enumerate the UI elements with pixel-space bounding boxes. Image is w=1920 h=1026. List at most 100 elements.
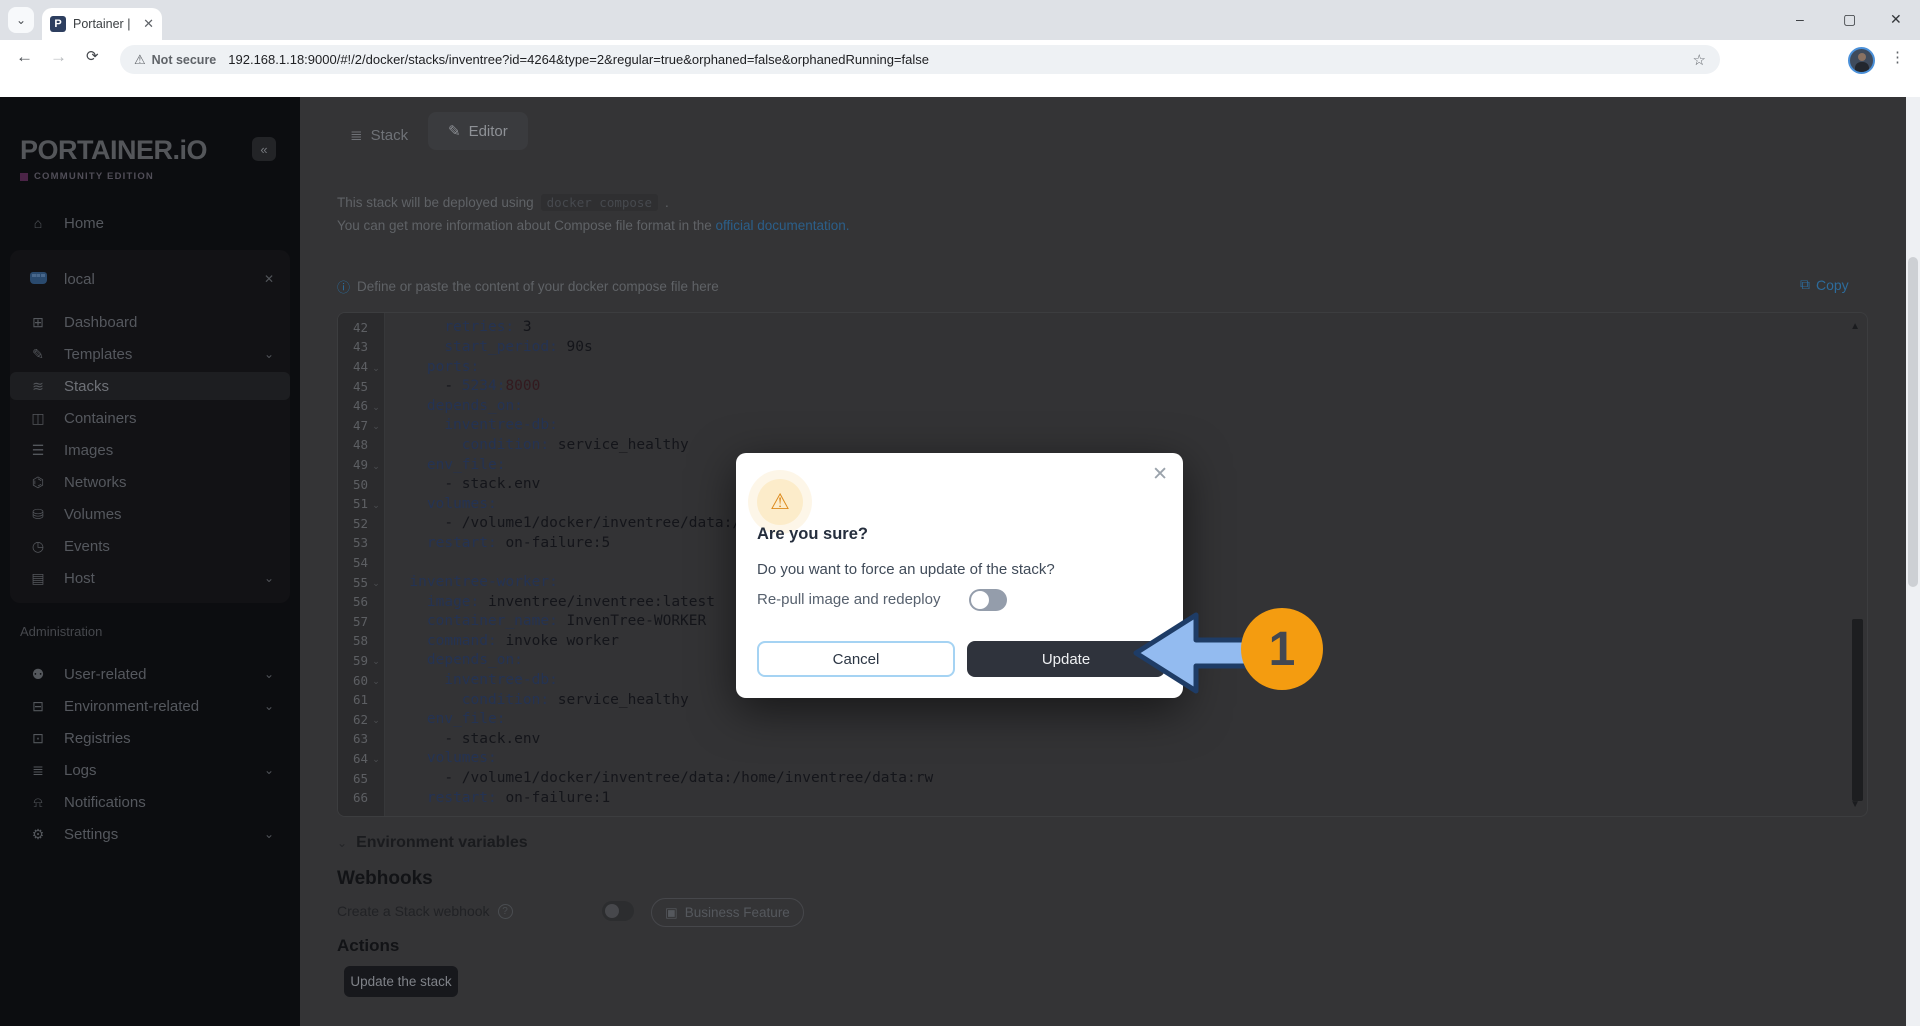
forward-button[interactable]: → xyxy=(50,47,67,67)
docker-compose-chip: docker compose xyxy=(540,194,658,211)
sidebar-item-host[interactable]: ▤ Host ⌄ xyxy=(10,564,290,592)
sidebar-item-settings[interactable]: ⚙ Settings ⌄ xyxy=(10,820,290,848)
back-button[interactable]: ← xyxy=(16,47,33,67)
sidebar-item-logs[interactable]: ≣ Logs ⌄ xyxy=(10,756,290,784)
tab-editor[interactable]: ✎ Editor xyxy=(428,112,528,150)
code-line-64[interactable]: 64 ⌄ volumes: xyxy=(338,749,1847,769)
dialog-close-icon[interactable]: ✕ xyxy=(1152,463,1168,486)
fold-arrow-icon[interactable]: ⌄ xyxy=(368,497,384,511)
page-scrollbar-thumb[interactable] xyxy=(1908,257,1918,587)
close-icon[interactable]: ✕ xyxy=(264,272,274,286)
sidebar-collapse-button[interactable]: « xyxy=(252,137,276,161)
sidebar-item-notifications[interactable]: ⍾ Notifications xyxy=(10,788,290,816)
code-text: - stack.env xyxy=(444,730,541,747)
sidebar-item-networks[interactable]: ⌬ Networks xyxy=(10,468,290,496)
browser-menu-icon[interactable]: ⋮ xyxy=(1890,48,1905,66)
window-minimize-button[interactable]: – xyxy=(1796,11,1804,27)
repull-toggle[interactable] xyxy=(969,589,1007,611)
environment-variables-section[interactable]: ⌄ Environment variables xyxy=(337,834,528,852)
sidebar-item-label: Volumes xyxy=(64,505,122,523)
sidebar-item-label: Registries xyxy=(64,729,131,747)
editor-scrollbar-thumb[interactable] xyxy=(1852,619,1863,801)
sidebar-item-stacks[interactable]: ≋ Stacks xyxy=(10,372,290,400)
code-line-63[interactable]: 63 - stack.env xyxy=(338,729,1847,749)
sidebar-item-registries[interactable]: ⊡ Registries xyxy=(10,724,290,752)
sidebar-item-events[interactable]: ◷ Events xyxy=(10,532,290,560)
code-text: env_file: xyxy=(426,711,506,728)
code-line-65[interactable]: 65 - /volume1/docker/inventree/data:/home… xyxy=(338,768,1847,788)
page-scrollbar[interactable] xyxy=(1906,97,1920,1026)
sidebar-item-volumes[interactable]: ⛁ Volumes xyxy=(10,500,290,528)
window-close-button[interactable]: ✕ xyxy=(1890,11,1902,28)
fold-gutter xyxy=(368,620,384,623)
code-line-47[interactable]: 47 ⌄ inventree-db: xyxy=(338,416,1847,436)
line-number: 50 xyxy=(352,476,368,492)
not-secure-label[interactable]: Not secure xyxy=(152,53,217,67)
fold-gutter xyxy=(368,483,384,486)
toggle-knob xyxy=(971,591,989,609)
webhook-toggle[interactable] xyxy=(602,901,634,921)
sidebar-item-user-related[interactable]: ⚉ User-related ⌄ xyxy=(10,660,290,688)
sidebar-item-environment-related[interactable]: ⊟ Environment-related ⌄ xyxy=(10,692,290,720)
sidebar-item-containers[interactable]: ◫ Containers xyxy=(10,404,290,432)
fold-gutter xyxy=(368,345,384,348)
chevron-down-icon: ⌄ xyxy=(263,667,274,681)
code-text: condition: service_healthy xyxy=(461,691,689,708)
reload-button[interactable]: ⟳ xyxy=(86,47,99,65)
code-line-62[interactable]: 62 ⌄ env_file: xyxy=(338,709,1847,729)
sidebar-item-local[interactable]: local ✕ xyxy=(10,265,290,293)
repull-row: Re-pull image and redeploy xyxy=(757,589,1007,611)
cancel-button[interactable]: Cancel xyxy=(757,641,955,677)
fold-arrow-icon[interactable]: ⌄ xyxy=(368,712,384,726)
tab-search-button[interactable]: ⌄ xyxy=(8,7,34,33)
fold-arrow-icon[interactable]: ⌄ xyxy=(368,360,384,374)
browser-profile-avatar[interactable] xyxy=(1848,47,1875,74)
fold-arrow-icon[interactable]: ⌄ xyxy=(368,399,384,413)
sidebar-item-templates[interactable]: ✎ Templates ⌄ xyxy=(10,340,290,368)
tab-close-icon[interactable]: ✕ xyxy=(143,16,154,32)
code-line-45[interactable]: 45 - 5234:8000 xyxy=(338,376,1847,396)
url-bar[interactable]: ⚠ Not secure 192.168.1.18:9000/#!/2/dock… xyxy=(120,45,1720,74)
update-the-stack-button[interactable]: Update the stack xyxy=(344,966,458,997)
webhook-row: Create a Stack webhook ? xyxy=(337,903,513,919)
line-number: 55 xyxy=(352,574,368,590)
code-text: command: invoke worker xyxy=(426,632,619,649)
window-maximize-button[interactable]: ▢ xyxy=(1843,11,1856,28)
editor-hint: ⓘ Define or paste the content of your do… xyxy=(337,279,719,295)
sidebar-item-dashboard[interactable]: ⊞ Dashboard xyxy=(10,308,290,336)
bookmark-star-icon[interactable]: ☆ xyxy=(1693,51,1706,69)
create-webhook-label: Create a Stack webhook xyxy=(337,903,490,919)
sidebar-item-home[interactable]: ⌂ Home xyxy=(10,209,290,237)
fold-arrow-icon[interactable]: ⌄ xyxy=(368,458,384,472)
sidebar-item-images[interactable]: ☰ Images xyxy=(10,436,290,464)
sidebar-item-label: Stacks xyxy=(64,377,110,395)
confirm-dialog: ✕ ⚠ Are you sure? Do you want to force a… xyxy=(736,453,1183,698)
tab-stack[interactable]: ≣ Stack xyxy=(350,117,408,153)
business-feature-badge[interactable]: ▣ Business Feature xyxy=(651,898,804,927)
fold-arrow-icon[interactable]: ⌄ xyxy=(368,653,384,667)
code-text: inventree-db: xyxy=(444,672,558,689)
fold-arrow-icon[interactable]: ⌄ xyxy=(368,418,384,432)
code-line-66[interactable]: 66 restart: on-failure:1 xyxy=(338,788,1847,808)
code-line-48[interactable]: 48 condition: service_healthy xyxy=(338,435,1847,455)
fold-arrow-icon[interactable]: ⌄ xyxy=(368,673,384,687)
deploy-info-text: This stack will be deployed using docker… xyxy=(337,194,669,211)
fold-arrow-icon[interactable]: ⌄ xyxy=(368,575,384,589)
official-documentation-link[interactable]: official documentation. xyxy=(715,218,849,233)
browser-tab[interactable]: P Portainer | ✕ xyxy=(42,8,162,40)
code-text: depends_on: xyxy=(426,397,523,414)
fold-gutter xyxy=(368,561,384,564)
containers-icon: ◫ xyxy=(31,409,45,426)
code-line-46[interactable]: 46 ⌄ depends_on: xyxy=(338,396,1847,416)
url-text[interactable]: 192.168.1.18:9000/#!/2/docker/stacks/inv… xyxy=(228,52,1692,67)
editor-scroll-up-icon[interactable]: ▲ xyxy=(1850,321,1860,332)
copy-button[interactable]: ⧉ Copy xyxy=(1800,276,1849,293)
code-line-44[interactable]: 44 ⌄ ports: xyxy=(338,357,1847,377)
code-line-42[interactable]: 42 retries: 3 xyxy=(338,318,1847,338)
code-line-43[interactable]: 43 start_period: 90s xyxy=(338,337,1847,357)
volumes-icon: ⛁ xyxy=(32,505,44,522)
fold-arrow-icon[interactable]: ⌄ xyxy=(368,751,384,765)
help-icon[interactable]: ? xyxy=(497,903,513,919)
browser-tab-strip xyxy=(0,0,1920,40)
home-icon: ⌂ xyxy=(33,215,43,231)
